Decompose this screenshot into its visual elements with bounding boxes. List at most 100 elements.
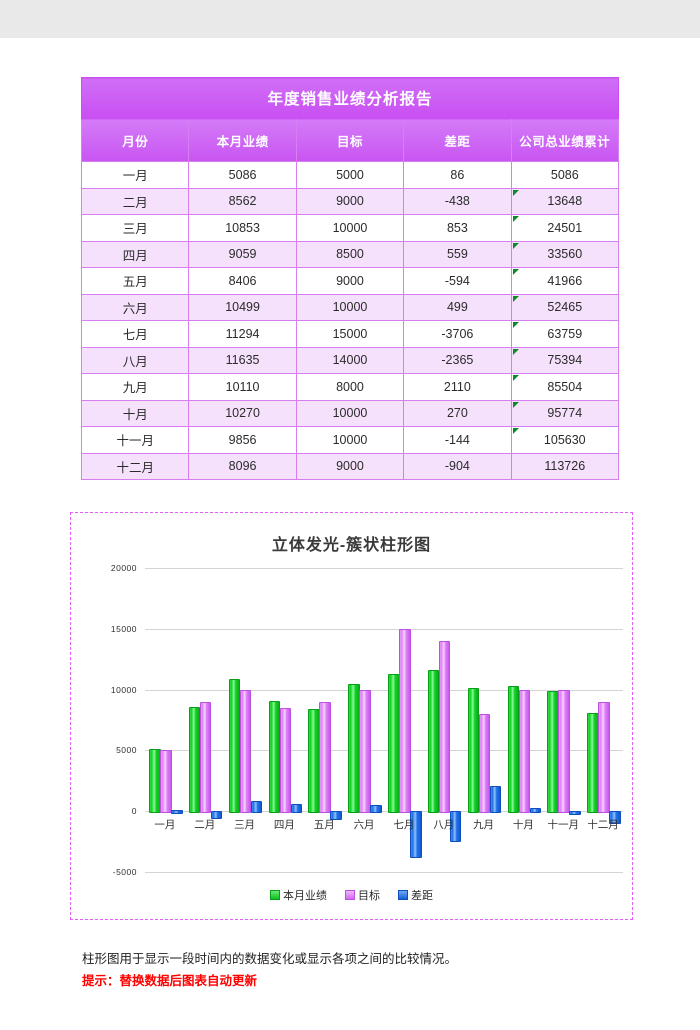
cell-cumulative: 5086 xyxy=(510,161,620,189)
legend-swatch-icon xyxy=(345,890,355,900)
cell-month: 五月 xyxy=(80,267,190,295)
bar-目标 xyxy=(239,689,252,814)
table-row: 十二月 8096 9000 -904 113726 xyxy=(80,452,620,480)
cell-gap: 86 xyxy=(403,161,512,189)
bar-本月业绩 xyxy=(308,708,320,814)
column-header-3: 差距 xyxy=(403,118,512,162)
legend-item-本月业绩[interactable]: 本月业绩 xyxy=(270,887,327,903)
comment-flag-icon xyxy=(512,189,519,196)
comment-flag-icon xyxy=(512,348,519,355)
cumulative-value: 63759 xyxy=(547,326,583,341)
x-axis-label: 六月 xyxy=(353,819,375,832)
cell-target: 8000 xyxy=(295,373,405,401)
cell-target: 15000 xyxy=(295,320,405,348)
column-header-0: 月份 xyxy=(80,118,190,162)
y-axis-tick: 15000 xyxy=(110,623,137,634)
cell-target: 8500 xyxy=(295,240,405,268)
cell-actual: 10499 xyxy=(188,293,297,321)
cumulative-value: 85504 xyxy=(547,379,583,394)
column-header-4: 公司总业绩累计 xyxy=(510,118,620,162)
legend-label: 差距 xyxy=(411,890,433,902)
table-row: 二月 8562 9000 -438 13648 xyxy=(80,187,620,215)
bar-差距 xyxy=(529,807,542,814)
bar-目标 xyxy=(438,640,451,814)
legend-item-目标[interactable]: 目标 xyxy=(345,887,380,903)
cell-cumulative: 33560 xyxy=(510,240,620,268)
cell-target: 10000 xyxy=(295,426,405,454)
cell-cumulative: 41966 xyxy=(510,267,620,295)
cell-target: 5000 xyxy=(295,161,405,189)
cell-target: 10000 xyxy=(295,214,405,242)
cell-cumulative: 113726 xyxy=(510,452,620,480)
footer-tip: 提示：替换数据后图表自动更新 xyxy=(82,974,258,988)
table-row: 四月 9059 8500 559 33560 xyxy=(80,240,620,268)
bar-目标 xyxy=(199,701,212,814)
bar-目标 xyxy=(478,713,491,814)
legend-swatch-icon xyxy=(398,890,408,900)
cumulative-value: 75394 xyxy=(547,353,583,368)
cell-actual: 10853 xyxy=(188,214,297,242)
y-axis-tick: -5000 xyxy=(112,867,137,877)
cell-actual: 8096 xyxy=(188,452,297,480)
chart-legend: 本月业绩 目标 差距 xyxy=(71,887,632,903)
bar-本月业绩 xyxy=(547,691,559,814)
cumulative-value: 5086 xyxy=(550,167,579,182)
cell-month: 四月 xyxy=(80,240,190,268)
bar-本月业绩 xyxy=(188,707,201,814)
bar-目标 xyxy=(598,701,610,814)
bar-本月业绩 xyxy=(427,669,440,814)
table-row: 十月 10270 10000 270 95774 xyxy=(80,399,620,427)
cell-cumulative: 85504 xyxy=(510,373,620,401)
cell-actual: 9059 xyxy=(188,240,297,268)
sales-report-table: 年度销售业绩分析报告 月份 本月业绩 目标 差距 公司总业绩累计 一月 5086 5000 8… xyxy=(80,77,620,480)
bar-目标 xyxy=(160,750,172,814)
cumulative-value: 52465 xyxy=(547,300,583,315)
comment-flag-icon xyxy=(512,401,519,408)
cell-target: 10000 xyxy=(295,399,405,427)
x-axis-label: 四月 xyxy=(273,819,295,832)
cell-cumulative: 105630 xyxy=(510,426,620,454)
bar-差距 xyxy=(569,811,581,815)
cell-target: 9000 xyxy=(295,452,405,480)
cell-actual: 8406 xyxy=(188,267,297,295)
footer-block: 柱形图用于显示一段时间内的数据变化或显示各项之间的比较情况。 提示：替换数据后图… xyxy=(82,948,642,992)
cell-month: 七月 xyxy=(80,320,190,348)
bar-目标 xyxy=(319,701,331,814)
column-header-2: 目标 xyxy=(295,118,405,162)
table-title-row: 年度销售业绩分析报告 xyxy=(81,77,619,119)
y-axis-tick: 5000 xyxy=(116,745,137,756)
cell-target: 9000 xyxy=(295,267,405,295)
chart-title: 立体发光-簇状柱形图 xyxy=(271,537,432,554)
bar-差距 xyxy=(290,804,303,814)
cell-gap: 853 xyxy=(403,214,512,242)
comment-flag-icon xyxy=(512,242,519,249)
table-row: 一月 5086 5000 86 5086 xyxy=(80,161,620,189)
bar-差距 xyxy=(250,800,263,814)
cell-actual: 5086 xyxy=(188,161,297,189)
x-axis-label: 八月 xyxy=(433,819,455,832)
cell-month: 六月 xyxy=(80,293,190,321)
bar-本月业绩 xyxy=(467,688,480,814)
legend-item-差距[interactable]: 差距 xyxy=(398,887,433,903)
cumulative-value: 41966 xyxy=(547,273,583,288)
cell-month: 十一月 xyxy=(80,426,190,454)
bar-本月业绩 xyxy=(268,701,281,814)
column-header-1: 本月业绩 xyxy=(188,118,297,162)
y-axis-tick: 20000 xyxy=(110,563,137,573)
cumulative-value: 33560 xyxy=(547,247,583,262)
bar-目标 xyxy=(399,628,411,814)
cell-actual: 10110 xyxy=(188,373,297,401)
bar-差距 xyxy=(370,805,382,814)
y-axis-tick: 10000 xyxy=(110,684,137,695)
cell-actual: 11635 xyxy=(188,346,297,374)
table-row: 三月 10853 10000 853 24501 xyxy=(80,214,620,242)
cell-gap: 270 xyxy=(403,399,512,427)
x-axis-label: 十一月 xyxy=(547,819,579,832)
cell-gap: -438 xyxy=(403,187,512,215)
chart-container: 立体发光-簇状柱形图 20000 15000 10000 5000 0 -5000 一月 二… xyxy=(70,512,633,920)
bar-目标 xyxy=(359,689,371,814)
bar-本月业绩 xyxy=(507,686,520,814)
gridline xyxy=(145,872,623,873)
x-axis-label: 一月 xyxy=(154,819,176,832)
x-axis-label: 九月 xyxy=(473,819,495,832)
